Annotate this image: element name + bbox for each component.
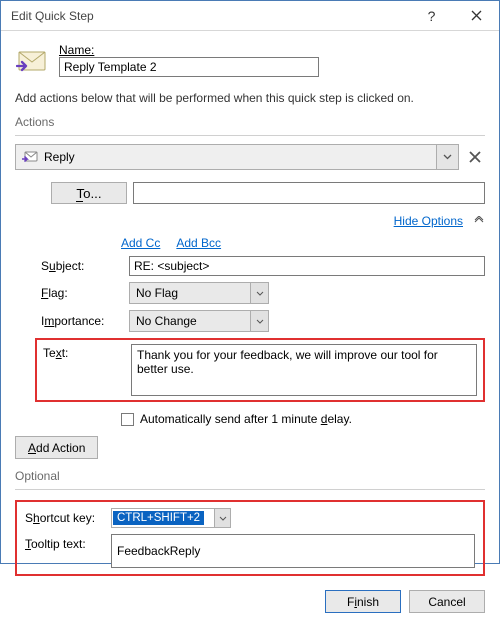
reply-icon [22,151,38,163]
cancel-button[interactable]: Cancel [409,590,485,613]
chevron-down-icon [250,283,268,303]
add-bcc-link[interactable]: Add Bcc [176,236,221,250]
flag-value: No Flag [136,286,178,300]
flag-select[interactable]: No Flag [129,282,269,304]
subject-input[interactable] [129,256,485,276]
chevron-down-icon [436,145,458,169]
importance-value: No Change [136,314,197,328]
to-button[interactable]: To... [51,182,127,204]
add-action-button[interactable]: Add Action [15,436,98,459]
subject-label: Subject: [41,259,121,273]
delete-action-button[interactable] [465,147,485,167]
text-label: Text: [43,344,123,396]
action-type-value: Reply [44,150,75,164]
dialog-title: Edit Quick Step [1,9,409,23]
chevron-up-icon [473,215,485,227]
to-input[interactable] [133,182,485,204]
close-button[interactable] [454,1,499,31]
auto-send-checkbox[interactable] [121,413,134,426]
tooltip-text-input[interactable] [111,534,475,568]
help-button[interactable]: ? [409,1,454,31]
hide-options-link[interactable]: Hide Options [394,214,463,228]
importance-select[interactable]: No Change [129,310,269,332]
action-type-select[interactable]: Reply [15,144,459,170]
description-text: Add actions below that will be performed… [15,91,485,105]
add-cc-link[interactable]: Add Cc [121,236,160,250]
actions-section-label: Actions [15,115,485,129]
name-input[interactable] [59,57,319,77]
quick-step-icon [15,47,51,77]
shortcut-key-select[interactable]: CTRL+SHIFT+2 [111,508,231,528]
chevron-down-icon [250,311,268,331]
chevron-down-icon [214,509,230,527]
divider [15,135,485,136]
flag-label: Flag: [41,286,121,300]
close-icon [471,10,482,21]
tooltip-label: Tooltip text: [25,534,105,551]
shortcut-label: Shortcut key: [25,511,105,525]
auto-send-label: Automatically send after 1 minute delay. [140,412,352,426]
name-label: Name: [59,43,485,57]
text-body-input[interactable]: Thank you for your feedback, we will imp… [131,344,477,396]
divider [15,489,485,490]
x-icon [468,150,482,164]
titlebar: Edit Quick Step ? [1,1,499,31]
shortcut-value: CTRL+SHIFT+2 [113,511,204,525]
finish-button[interactable]: Finish [325,590,401,613]
importance-label: Importance: [41,314,121,328]
edit-quick-step-dialog: Edit Quick Step ? Name: Add actions belo… [0,0,500,564]
optional-section-label: Optional [15,469,485,483]
